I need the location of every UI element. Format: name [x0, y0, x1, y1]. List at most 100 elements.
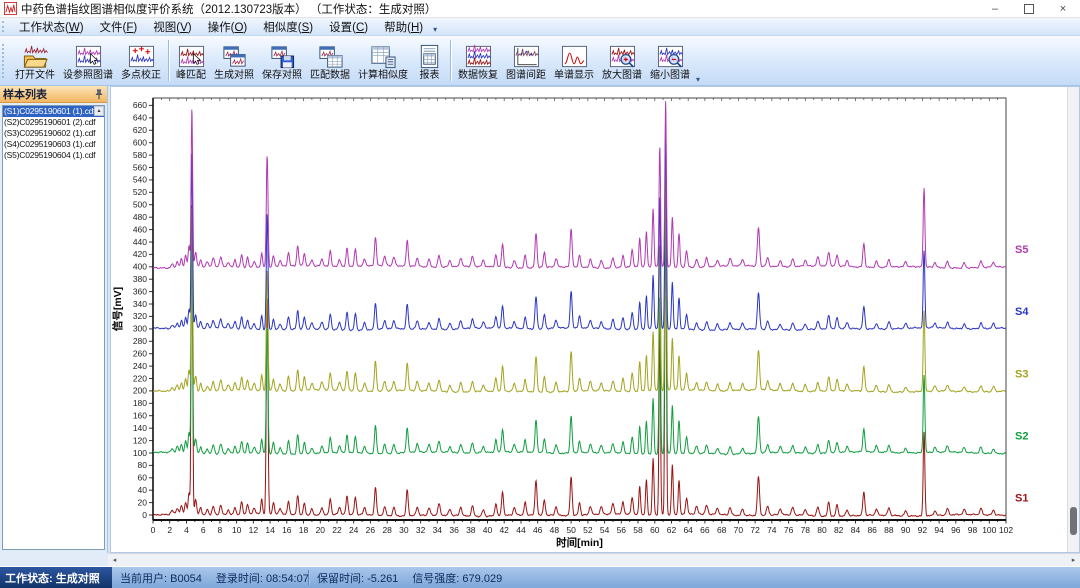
maximize-button[interactable] [1012, 0, 1046, 17]
menu-item-v[interactable]: 视图(V) [145, 18, 199, 35]
svg-text:360: 360 [133, 286, 147, 296]
title-bar: 中药色谱指纹图谱相似度评价系统（2012.130723版本） （工作状态：生成对… [0, 0, 1080, 18]
svg-text:500: 500 [133, 200, 147, 210]
sample-list-item[interactable]: (S5)C0295190604 (1).cdf [3, 150, 104, 161]
data-restore-button[interactable]: 数据恢复 [454, 36, 502, 85]
menu-bar: 工作状态(W)文件(F) 视图(V) 操作(O)相似度(S)设置(C) 帮助(H) ▾ [0, 18, 1080, 36]
multi-point-calibration-button[interactable]: 多点校正 [117, 36, 165, 85]
menu-drag-handle[interactable] [2, 21, 8, 33]
svg-text:300: 300 [133, 324, 147, 334]
svg-text:98: 98 [968, 525, 978, 535]
spectra-spacing-icon [513, 43, 540, 70]
set-reference-button[interactable]: 设参照图谱 [59, 36, 117, 85]
menu-item-label: 视图(V) [153, 19, 191, 35]
vertical-scrollbar[interactable] [1067, 87, 1079, 552]
menu-item-f[interactable]: 文件(F) [92, 18, 146, 35]
menu-item-c[interactable]: 设置(C) [321, 18, 376, 35]
report-icon [416, 43, 443, 70]
svg-text:440: 440 [133, 237, 147, 247]
menu-item-h[interactable]: 帮助(H) [376, 18, 431, 35]
calc-similarity-button[interactable]: 计算相似度 [354, 36, 412, 85]
hscroll-left-arrow-icon[interactable]: ◂ [108, 554, 121, 566]
toolbar-overflow-icon[interactable]: ▾ [696, 75, 703, 85]
toolbar-button-label: 保存对照 [262, 70, 302, 82]
chromatogram-chart[interactable]: 0246810121416182022242628303234363840424… [111, 87, 1067, 557]
close-icon: × [1060, 3, 1066, 15]
spectra-spacing-button[interactable]: 图谱间距 [502, 36, 550, 85]
svg-text:78: 78 [801, 525, 811, 535]
svg-text:280: 280 [133, 336, 147, 346]
toolbar-button-label: 数据恢复 [458, 70, 498, 82]
sample-list-item[interactable]: (S4)C0295190603 (1).cdf [3, 139, 104, 150]
svg-text:时间[min]: 时间[min] [556, 536, 603, 549]
save-reference-button[interactable]: 保存对照 [258, 36, 306, 85]
svg-text:200: 200 [133, 386, 147, 396]
sample-list-item[interactable]: (S2)C0295190601 (2).cdf [3, 117, 104, 128]
zoom-in-icon [609, 43, 636, 70]
svg-text:80: 80 [138, 460, 148, 470]
peak-match-button[interactable]: 峰匹配 [172, 36, 210, 85]
svg-text:82: 82 [834, 525, 844, 535]
report-button[interactable]: 报表 [412, 36, 447, 85]
status-mode: 工作状态: 生成对照 [0, 567, 112, 588]
menu-item-label: 帮助(H) [384, 19, 423, 35]
svg-text:信号[mV]: 信号[mV] [111, 287, 124, 331]
toolbar-button-label: 打开文件 [15, 70, 55, 82]
svg-text:520: 520 [133, 187, 147, 197]
status-bar: 工作状态: 生成对照 当前用户: B0054 登录时间: 08:54:07 保留… [0, 566, 1080, 588]
svg-text:56: 56 [617, 525, 627, 535]
svg-text:30: 30 [399, 525, 409, 535]
close-button[interactable]: × [1046, 0, 1080, 17]
zoom-in-button[interactable]: 放大图谱 [598, 36, 646, 85]
single-spectrum-button[interactable]: 单谱显示 [550, 36, 598, 85]
open-file-button[interactable]: 打开文件 [11, 36, 59, 85]
svg-text:8: 8 [218, 525, 223, 535]
sample-panel-header: 样本列表 [0, 86, 107, 103]
svg-text:380: 380 [133, 274, 147, 284]
calc-similarity-icon [370, 43, 397, 70]
toolbar-button-label: 多点校正 [121, 70, 161, 82]
generate-reference-button[interactable]: 生成对照 [210, 36, 258, 85]
svg-text:12: 12 [249, 525, 259, 535]
match-data-icon [317, 43, 344, 70]
svg-text:76: 76 [784, 525, 794, 535]
svg-text:2: 2 [167, 525, 172, 535]
data-restore-icon [465, 43, 492, 70]
series-label-S5: S5 [1015, 244, 1028, 256]
hscroll-right-arrow-icon[interactable]: ▸ [1067, 554, 1080, 566]
toolbar-button-label: 设参照图谱 [63, 70, 113, 82]
svg-text:660: 660 [133, 100, 147, 110]
svg-text:96: 96 [951, 525, 961, 535]
toolbar-button-label: 单谱显示 [554, 70, 594, 82]
status-login-time: 登录时间: 08:54:07 [216, 570, 309, 586]
match-data-button[interactable]: 匹配数据 [306, 36, 354, 85]
svg-text:40: 40 [138, 485, 148, 495]
menu-item-w[interactable]: 工作状态(W) [11, 18, 92, 35]
toolbar-button-label: 缩小图谱 [650, 70, 690, 82]
sample-list-item[interactable]: (S1)C0295190601 (1).cdf [3, 106, 104, 117]
svg-text:60: 60 [138, 473, 148, 483]
svg-text:62: 62 [667, 525, 677, 535]
svg-text:22: 22 [332, 525, 342, 535]
vscroll-thumb[interactable] [1070, 507, 1077, 535]
svg-text:540: 540 [133, 175, 147, 185]
svg-text:32: 32 [416, 525, 426, 535]
menubar-overflow-icon[interactable]: ▾ [433, 25, 440, 35]
status-retention-time: 保留时间: -5.261 [317, 570, 398, 586]
horizontal-scrollbar[interactable]: ◂ ▸ [108, 553, 1080, 566]
svg-text:80: 80 [817, 525, 827, 535]
svg-text:140: 140 [133, 423, 147, 433]
pin-icon[interactable] [94, 89, 104, 100]
toolbar-button-label: 图谱间距 [506, 70, 546, 82]
sample-list-scroll-up-icon[interactable]: ▲ [94, 106, 104, 116]
svg-text:48: 48 [550, 525, 560, 535]
minimize-button[interactable]: – [978, 0, 1012, 17]
menu-item-o[interactable]: 操作(O) [200, 18, 256, 35]
toolbar-drag-handle[interactable] [2, 44, 8, 78]
menu-item-s[interactable]: 相似度(S) [255, 18, 321, 35]
series-label-S2: S2 [1015, 430, 1028, 442]
sample-list-item[interactable]: (S3)C0295190602 (1).cdf [3, 128, 104, 139]
zoom-out-button[interactable]: 缩小图谱 [646, 36, 694, 85]
svg-text:580: 580 [133, 150, 147, 160]
toolbar-button-label: 峰匹配 [176, 70, 206, 82]
